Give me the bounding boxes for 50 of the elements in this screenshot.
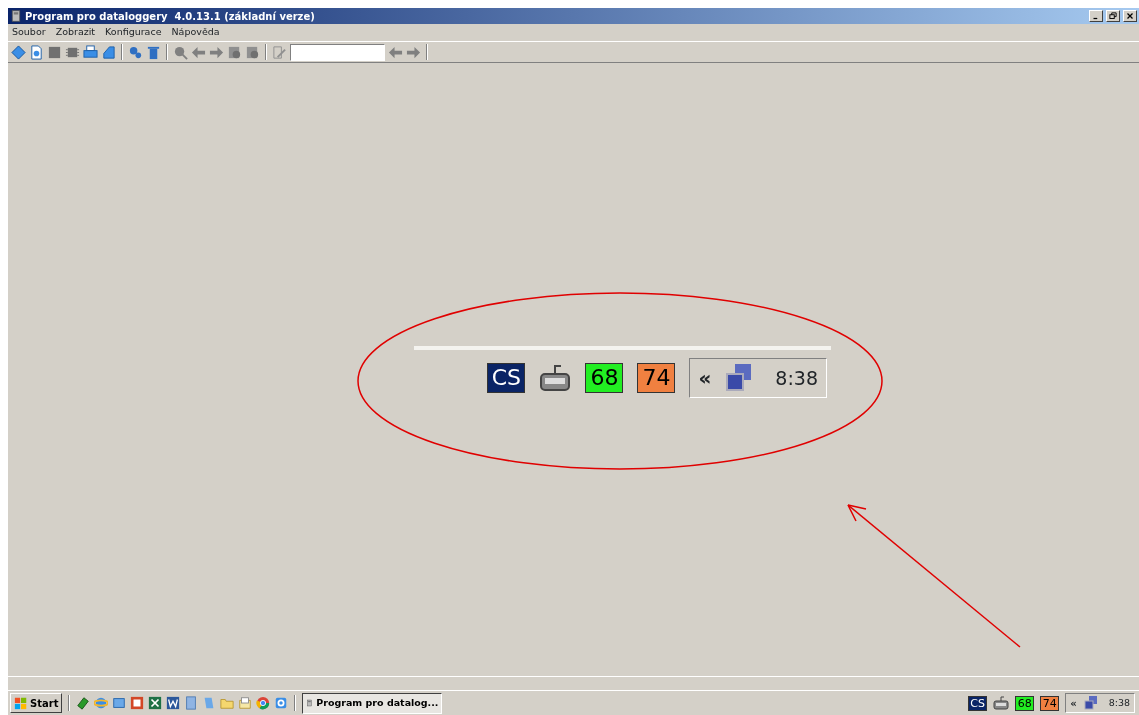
browser-icon[interactable] — [256, 696, 271, 710]
search-icon[interactable] — [173, 44, 188, 60]
network-icon[interactable] — [1082, 695, 1099, 711]
search-field[interactable] — [290, 43, 385, 61]
menu-item[interactable]: Konfigurace — [105, 25, 162, 40]
app-icon — [10, 10, 22, 22]
status-badge[interactable]: 74 — [637, 363, 676, 393]
desktop-icon[interactable] — [112, 696, 127, 710]
restore-button[interactable] — [1106, 10, 1120, 22]
minimize-button[interactable] — [1089, 10, 1103, 22]
browser-icon[interactable] — [94, 696, 109, 710]
trash-icon[interactable] — [146, 44, 161, 60]
presentation-icon[interactable] — [130, 696, 145, 710]
diamond-icon[interactable] — [11, 44, 26, 60]
taskbar-button[interactable]: Program pro datalog... — [302, 692, 443, 714]
status-badge[interactable]: CS — [487, 363, 526, 393]
expand-button[interactable]: « — [1070, 695, 1077, 711]
left-arrow-icon[interactable] — [191, 44, 206, 60]
keyboard-icon[interactable] — [539, 362, 572, 394]
document-icon[interactable] — [227, 44, 242, 60]
spreadsheet-icon[interactable] — [148, 696, 163, 710]
clock: 8:38 — [775, 365, 818, 391]
status-badge[interactable]: 74 — [1040, 695, 1060, 711]
menu-item[interactable]: Nápověda — [171, 25, 220, 40]
clock: 8:38 — [1108, 695, 1130, 710]
restore-icon — [1108, 11, 1118, 21]
folder-icon[interactable] — [220, 696, 235, 710]
left-arrow-icon[interactable] — [388, 44, 403, 60]
edit-icon[interactable] — [272, 44, 287, 60]
menu-item[interactable]: Soubor — [12, 25, 46, 40]
close-icon — [1125, 11, 1135, 21]
page-icon[interactable] — [29, 44, 44, 60]
right-arrow-icon[interactable] — [209, 44, 224, 60]
print-icon[interactable] — [83, 44, 98, 60]
status-badge[interactable]: CS — [968, 695, 988, 711]
window-title: Program pro dataloggery 4.0.13.1 (základní verze) — [25, 9, 316, 24]
windows-flag-icon — [14, 696, 28, 710]
square-icon[interactable] — [47, 44, 62, 60]
expand-button[interactable]: « — [698, 363, 712, 393]
status-badge[interactable]: 68 — [585, 363, 624, 393]
status-badge[interactable]: 68 — [1015, 695, 1035, 711]
document-icon[interactable] — [245, 44, 260, 60]
clipboard-icon[interactable] — [238, 696, 253, 710]
close-button[interactable] — [1123, 10, 1137, 22]
word-processor-icon[interactable] — [166, 696, 181, 710]
menu-item[interactable]: Zobrazit — [55, 25, 96, 40]
right-arrow-icon[interactable] — [406, 44, 421, 60]
app-icon — [306, 697, 314, 709]
start-button[interactable]: Start — [10, 693, 63, 713]
keyboard-icon[interactable] — [993, 695, 1010, 711]
